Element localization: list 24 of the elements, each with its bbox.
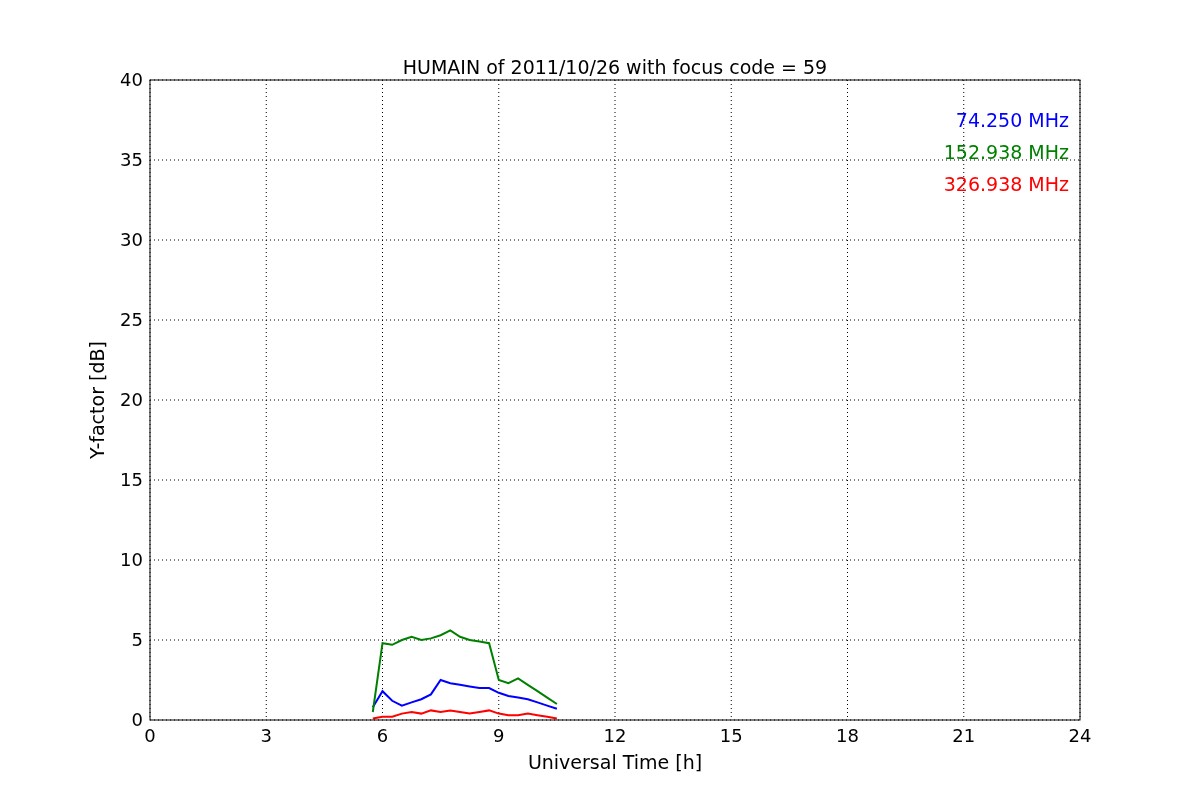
x-tick-label: 18	[836, 725, 859, 746]
y-tick-label: 15	[120, 469, 143, 490]
y-tick-label: 40	[120, 69, 143, 90]
y-tick-label: 35	[120, 149, 143, 170]
y-tick-label: 5	[131, 629, 143, 650]
y-tick-label: 25	[120, 309, 143, 330]
y-tick-label: 20	[120, 389, 143, 410]
y-axis-label: Y-factor [dB]	[86, 341, 108, 459]
legend-label: 326.938 MHz	[943, 173, 1069, 195]
y-tick-label: 30	[120, 229, 143, 250]
legend-label: 74.250 MHz	[955, 109, 1069, 131]
x-tick-label: 21	[952, 725, 976, 746]
x-tick-label: 6	[376, 725, 389, 746]
chart-title: HUMAIN of 2011/10/26 with focus code = 59	[402, 56, 828, 78]
x-tick-label: 3	[260, 725, 272, 746]
x-axis-label: Universal Time [h]	[527, 751, 703, 773]
x-tick-label: 15	[719, 725, 743, 746]
y-tick-label: 0	[131, 709, 143, 730]
x-tick-label: 0	[144, 725, 156, 746]
x-tick-label: 24	[1068, 725, 1092, 746]
y-tick-label: 10	[120, 549, 143, 570]
x-tick-label: 9	[493, 725, 505, 746]
x-tick-label: 12	[603, 725, 627, 746]
legend-label: 152.938 MHz	[943, 141, 1069, 163]
